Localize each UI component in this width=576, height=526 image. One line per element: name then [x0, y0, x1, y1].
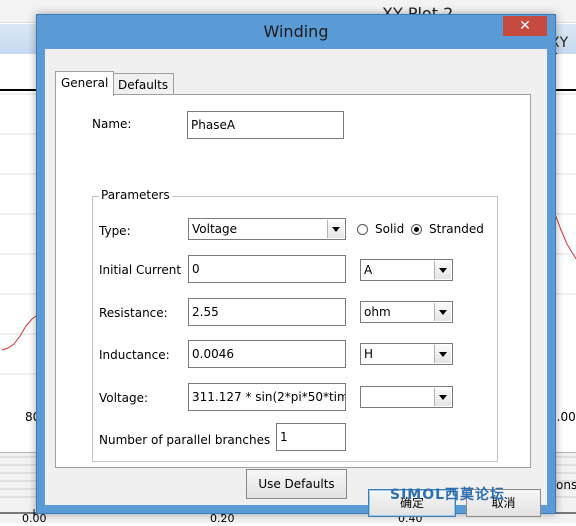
- right-plot-grid: [554, 89, 576, 295]
- left-plot-area: [0, 54, 37, 406]
- resistance-input[interactable]: 2.55: [188, 298, 346, 326]
- parameters-group-title: Parameters: [99, 188, 172, 202]
- right-bottom-text: ons: [556, 478, 576, 492]
- initial-current-unit: A: [364, 263, 373, 277]
- type-select[interactable]: Voltage: [188, 218, 346, 240]
- inductance-unit: H: [364, 347, 374, 361]
- name-input[interactable]: PhaseA: [187, 111, 344, 139]
- inductance-unit-select[interactable]: H: [360, 343, 453, 365]
- site-watermark: SIMOL西莫论坛: [390, 487, 506, 503]
- radio-solid-label: Solid: [375, 222, 405, 236]
- inductance-input[interactable]: 0.0046: [188, 340, 346, 368]
- inductance-label: Inductance:: [99, 348, 170, 362]
- chevron-down-icon: [434, 303, 451, 321]
- close-icon: ✕: [519, 18, 531, 34]
- radio-selected-dot: [414, 227, 419, 232]
- voltage-input[interactable]: 311.127 * sin(2*pi*50*time: [188, 383, 346, 411]
- type-select-value: Voltage: [192, 222, 238, 236]
- voltage-label: Voltage:: [99, 391, 149, 405]
- resistance-unit-select[interactable]: ohm: [360, 301, 453, 323]
- general-tab-panel: Name: PhaseA Parameters Type: Voltage So…: [55, 94, 531, 499]
- chevron-down-icon: [434, 388, 451, 406]
- use-defaults-button[interactable]: Use Defaults: [246, 469, 347, 499]
- radio-stranded[interactable]: [411, 224, 422, 235]
- tab-general-label: General: [61, 76, 109, 90]
- resistance-label: Resistance:: [99, 306, 168, 320]
- tab-defaults[interactable]: Defaults: [112, 73, 175, 96]
- use-defaults-label: Use Defaults: [258, 477, 335, 491]
- chevron-down-icon: [434, 345, 451, 363]
- initial-current-label: Initial Current: [99, 263, 182, 277]
- close-button[interactable]: ✕: [503, 16, 547, 36]
- radio-stranded-label: Stranded: [429, 222, 484, 236]
- winding-dialog: Winding ✕ General Defaults Name: PhaseA …: [36, 14, 556, 517]
- parallel-branches-label: Number of parallel branches: [99, 433, 271, 447]
- radio-solid[interactable]: [357, 224, 368, 235]
- initial-current-input[interactable]: 0: [188, 255, 346, 283]
- type-label: Type:: [99, 224, 131, 238]
- left-plot-grid: [0, 89, 37, 375]
- voltage-unit-select[interactable]: [360, 386, 453, 408]
- name-label: Name:: [92, 117, 132, 131]
- resistance-unit: ohm: [364, 305, 391, 319]
- right-plot-area: [554, 54, 576, 406]
- parallel-branches-input[interactable]: 1: [276, 423, 346, 451]
- parameters-group: Parameters Type: Voltage Solid Stranded …: [92, 188, 498, 462]
- dialog-client-area: General Defaults Name: PhaseA Parameters…: [45, 49, 547, 517]
- chevron-down-icon: [327, 220, 344, 238]
- initial-current-unit-select[interactable]: A: [360, 259, 453, 281]
- tab-defaults-label: Defaults: [118, 78, 169, 92]
- waveform-right: [554, 213, 576, 260]
- waveform-left: [1, 315, 37, 351]
- chevron-down-icon: [434, 261, 451, 279]
- tab-general[interactable]: General: [55, 71, 115, 96]
- dialog-title[interactable]: Winding: [37, 15, 555, 49]
